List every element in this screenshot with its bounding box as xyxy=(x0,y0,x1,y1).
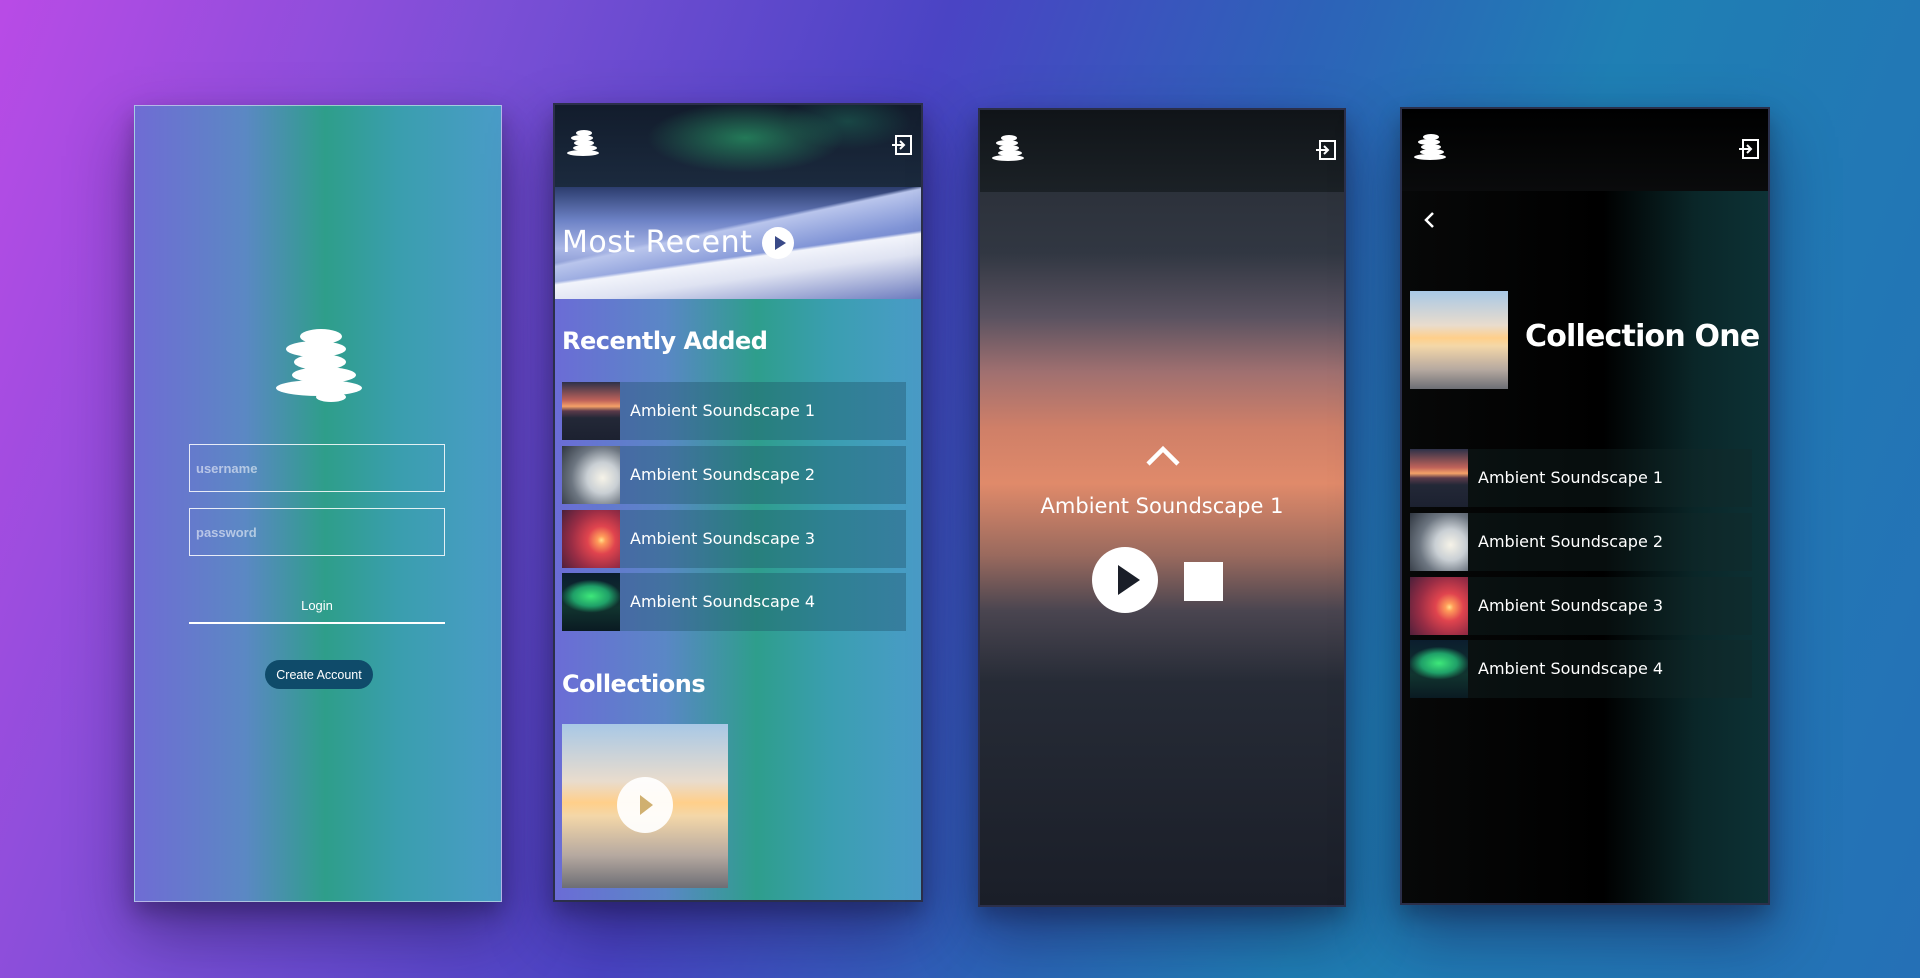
stacked-stones-logo-icon[interactable] xyxy=(567,130,599,160)
track-label: Ambient Soundscape 2 xyxy=(1478,532,1664,551)
track-label: Ambient Soundscape 1 xyxy=(630,401,816,420)
collection-screen: Collection One Ambient Soundscape 1 Ambi… xyxy=(1400,107,1770,905)
app-header xyxy=(980,110,1344,192)
track-item[interactable]: Ambient Soundscape 4 xyxy=(1410,640,1752,698)
player-screen: Ambient Soundscape 1 xyxy=(978,108,1346,907)
login-button[interactable]: Login xyxy=(189,588,445,624)
track-item[interactable]: Ambient Soundscape 2 xyxy=(1410,513,1752,571)
track-label: Ambient Soundscape 3 xyxy=(1478,596,1664,615)
collection-card[interactable] xyxy=(562,724,728,888)
track-item[interactable]: Ambient Soundscape 1 xyxy=(1410,449,1752,507)
track-item[interactable]: Ambient Soundscape 2 xyxy=(562,446,906,504)
track-label: Ambient Soundscape 4 xyxy=(630,592,816,611)
stacked-stones-logo-icon[interactable] xyxy=(1414,134,1446,164)
track-thumbnail xyxy=(562,382,620,440)
recently-added-heading: Recently Added xyxy=(562,327,768,355)
chevron-left-icon[interactable] xyxy=(1422,210,1436,230)
logout-icon[interactable] xyxy=(1315,139,1337,161)
home-screen: Most Recent Recently Added Ambient Sound… xyxy=(553,103,923,902)
username-input[interactable] xyxy=(189,444,445,492)
play-button[interactable] xyxy=(1092,547,1158,613)
stacked-stones-logo-icon xyxy=(276,329,362,409)
track-thumbnail xyxy=(562,573,620,631)
track-label: Ambient Soundscape 1 xyxy=(1478,468,1664,487)
play-icon[interactable] xyxy=(617,777,673,833)
stacked-stones-logo-icon[interactable] xyxy=(992,135,1024,165)
app-header xyxy=(1402,109,1768,191)
track-item[interactable]: Ambient Soundscape 4 xyxy=(562,573,906,631)
logout-icon[interactable] xyxy=(1738,138,1760,160)
password-input[interactable] xyxy=(189,508,445,556)
track-thumbnail xyxy=(1410,449,1468,507)
most-recent-banner[interactable]: Most Recent xyxy=(555,187,921,299)
chevron-up-icon[interactable] xyxy=(1145,443,1181,467)
collections-heading: Collections xyxy=(562,670,706,698)
play-icon[interactable] xyxy=(762,227,794,259)
track-thumbnail xyxy=(1410,640,1468,698)
track-label: Ambient Soundscape 2 xyxy=(630,465,816,484)
track-label: Ambient Soundscape 4 xyxy=(1478,659,1664,678)
collection-title: Collection One xyxy=(1525,319,1760,354)
track-thumbnail xyxy=(562,510,620,568)
track-item[interactable]: Ambient Soundscape 1 xyxy=(562,382,906,440)
app-header xyxy=(555,105,921,187)
now-playing-title: Ambient Soundscape 1 xyxy=(1040,494,1284,518)
track-item[interactable]: Ambient Soundscape 3 xyxy=(562,510,906,568)
track-label: Ambient Soundscape 3 xyxy=(630,529,816,548)
collection-cover xyxy=(1410,291,1508,389)
track-thumbnail xyxy=(1410,513,1468,571)
create-account-button[interactable]: Create Account xyxy=(265,660,373,689)
track-thumbnail xyxy=(1410,577,1468,635)
track-thumbnail xyxy=(562,446,620,504)
logout-icon[interactable] xyxy=(891,134,913,156)
track-item[interactable]: Ambient Soundscape 3 xyxy=(1410,577,1752,635)
most-recent-title: Most Recent xyxy=(562,225,753,260)
stop-button[interactable] xyxy=(1184,562,1223,601)
login-screen: Login Create Account xyxy=(134,105,502,902)
